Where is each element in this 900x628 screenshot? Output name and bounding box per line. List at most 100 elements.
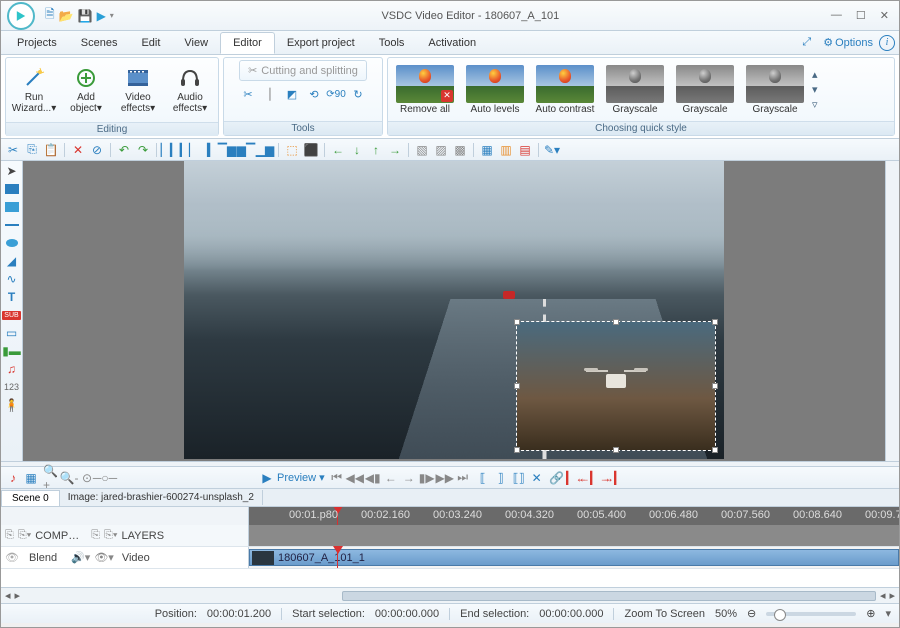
- resize-handle[interactable]: [514, 447, 520, 453]
- step-fwd-icon[interactable]: ▮▶: [419, 470, 435, 486]
- style-item[interactable]: Grayscale: [742, 65, 808, 115]
- step-next-icon[interactable]: →: [401, 470, 417, 486]
- arrow-down-icon[interactable]: ↓: [349, 142, 365, 158]
- timeline-scrollbar[interactable]: ◂ ▸ ◂ ▸: [1, 587, 899, 603]
- maximize-button[interactable]: ☐: [852, 9, 870, 22]
- style-item[interactable]: Grayscale: [602, 65, 668, 115]
- preview-play-icon[interactable]: ▶: [259, 470, 275, 486]
- cut-icon[interactable]: ✂: [5, 142, 21, 158]
- range-icon[interactable]: ⟦⟧: [511, 470, 527, 486]
- fit-width-icon[interactable]: ⬚: [284, 142, 300, 158]
- align-left-icon[interactable]: ▏▎: [162, 142, 178, 158]
- undo-icon[interactable]: ↶: [116, 142, 132, 158]
- arrow-right-icon[interactable]: →: [387, 142, 403, 158]
- tool-rotate90-icon[interactable]: ⟳90: [327, 85, 345, 103]
- tab-view[interactable]: View: [172, 33, 220, 53]
- video-clip[interactable]: 180607_A_101_1: [249, 549, 899, 566]
- options-button[interactable]: ⚙Options: [817, 36, 879, 49]
- line-icon[interactable]: [4, 218, 20, 232]
- info-icon[interactable]: i: [879, 35, 895, 51]
- sprite-icon[interactable]: 🧍: [4, 398, 20, 412]
- save-icon[interactable]: 💾: [78, 9, 93, 23]
- layer1-icon[interactable]: ▧: [414, 142, 430, 158]
- cursor-icon[interactable]: ➤: [4, 164, 20, 178]
- color-icon[interactable]: ▥: [498, 142, 514, 158]
- tab-scenes[interactable]: Scenes: [69, 33, 130, 53]
- tool-rotate-icon[interactable]: ⟲: [305, 85, 323, 103]
- styles-more[interactable]: ▴▾▿: [812, 68, 826, 111]
- rect2-icon[interactable]: [4, 200, 20, 214]
- fit-height-icon[interactable]: ⬛: [303, 142, 319, 158]
- zoom-out-button[interactable]: ⊖: [747, 607, 756, 620]
- app-logo[interactable]: [7, 2, 35, 30]
- tool-crop-icon[interactable]: ◩: [283, 85, 301, 103]
- style-item[interactable]: Auto levels: [462, 65, 528, 115]
- copy-icon[interactable]: ⎘: [24, 142, 40, 158]
- tab-projects[interactable]: Projects: [5, 33, 69, 53]
- tool-split-icon[interactable]: ⎮: [261, 85, 279, 103]
- mark-in-icon[interactable]: ⟦: [475, 470, 491, 486]
- audio-effects-button[interactable]: Audio effects▾: [166, 60, 214, 120]
- chart-icon[interactable]: ▮▬: [4, 344, 20, 358]
- align-middle-icon[interactable]: ▆▔: [238, 142, 254, 158]
- doc-icon[interactable]: ▤: [517, 142, 533, 158]
- tab-export-project[interactable]: Export project: [275, 33, 367, 53]
- align-bottom-icon[interactable]: ▁▆: [257, 142, 273, 158]
- close-button[interactable]: ✕: [876, 9, 893, 22]
- layer3-icon[interactable]: ▩: [452, 142, 468, 158]
- zoom-slider-icon[interactable]: ─○─: [97, 470, 113, 486]
- zoom-in-icon[interactable]: 🔍+: [43, 470, 59, 486]
- sub-icon[interactable]: SUB: [4, 308, 20, 322]
- mark-out-icon[interactable]: ⟧: [493, 470, 509, 486]
- align-top-icon[interactable]: ▔▆: [219, 142, 235, 158]
- step-back-icon[interactable]: ◀▮: [365, 470, 381, 486]
- delete-icon[interactable]: ✕: [70, 142, 86, 158]
- rect-icon[interactable]: [4, 182, 20, 196]
- align-center-h-icon[interactable]: ▎▏: [181, 142, 197, 158]
- play-icon[interactable]: ▶: [97, 9, 106, 23]
- ellipse-icon[interactable]: [4, 236, 20, 250]
- arrow-left-icon[interactable]: ←: [330, 142, 346, 158]
- resize-handle[interactable]: [514, 383, 520, 389]
- redo-icon[interactable]: ↷: [135, 142, 151, 158]
- zoom-label[interactable]: Zoom To Screen: [624, 608, 705, 620]
- align-right-icon[interactable]: ▕▎: [200, 142, 216, 158]
- tab-tools[interactable]: Tools: [367, 33, 417, 53]
- step-prev-icon[interactable]: ←: [383, 470, 399, 486]
- text-icon[interactable]: T: [4, 290, 20, 304]
- pencil-icon[interactable]: ✎▾: [544, 142, 560, 158]
- music-icon[interactable]: ♫: [4, 362, 20, 376]
- music-note-icon[interactable]: ♪: [5, 470, 21, 486]
- tool-cut-icon[interactable]: ✂: [239, 85, 257, 103]
- trim-center-icon[interactable]: ←▎→: [587, 470, 603, 486]
- cutting-splitting-button[interactable]: ✂Cutting and splitting: [239, 60, 367, 81]
- resize-handle[interactable]: [613, 319, 619, 325]
- goto-end-icon[interactable]: ⏭: [455, 470, 471, 486]
- add-object-button[interactable]: Add object▾: [62, 60, 110, 120]
- paste-icon[interactable]: 📋: [43, 142, 59, 158]
- tool-refresh-icon[interactable]: ↻: [349, 85, 367, 103]
- arrow-up-icon[interactable]: ↑: [368, 142, 384, 158]
- scene-tab[interactable]: Scene 0: [1, 490, 60, 506]
- calendar-icon[interactable]: ▦: [479, 142, 495, 158]
- status-menu-icon[interactable]: ▾: [885, 607, 891, 620]
- canvas-area[interactable]: [23, 161, 885, 461]
- tab-editor[interactable]: Editor: [220, 32, 275, 54]
- zoom-in-button[interactable]: ⊕: [866, 607, 875, 620]
- block-icon[interactable]: ⊘: [89, 142, 105, 158]
- link-icon[interactable]: 🔗: [549, 470, 565, 486]
- expand-icon[interactable]: ⤢: [796, 36, 817, 49]
- film-strip-icon[interactable]: ▦: [23, 470, 39, 486]
- trim-right-icon[interactable]: →▎: [605, 470, 621, 486]
- resize-handle[interactable]: [613, 447, 619, 453]
- tooltip-icon[interactable]: ▭: [4, 326, 20, 340]
- style-item[interactable]: Grayscale: [672, 65, 738, 115]
- shape-icon[interactable]: ◢: [4, 254, 20, 268]
- zoom-out-icon[interactable]: 🔍-: [61, 470, 77, 486]
- layer2-icon[interactable]: ▨: [433, 142, 449, 158]
- zoom-slider[interactable]: [766, 612, 856, 616]
- rewind-icon[interactable]: ◀◀: [347, 470, 363, 486]
- open-icon[interactable]: 📂: [59, 9, 74, 23]
- resize-handle[interactable]: [514, 319, 520, 325]
- style-item[interactable]: ✕Remove all: [392, 65, 458, 115]
